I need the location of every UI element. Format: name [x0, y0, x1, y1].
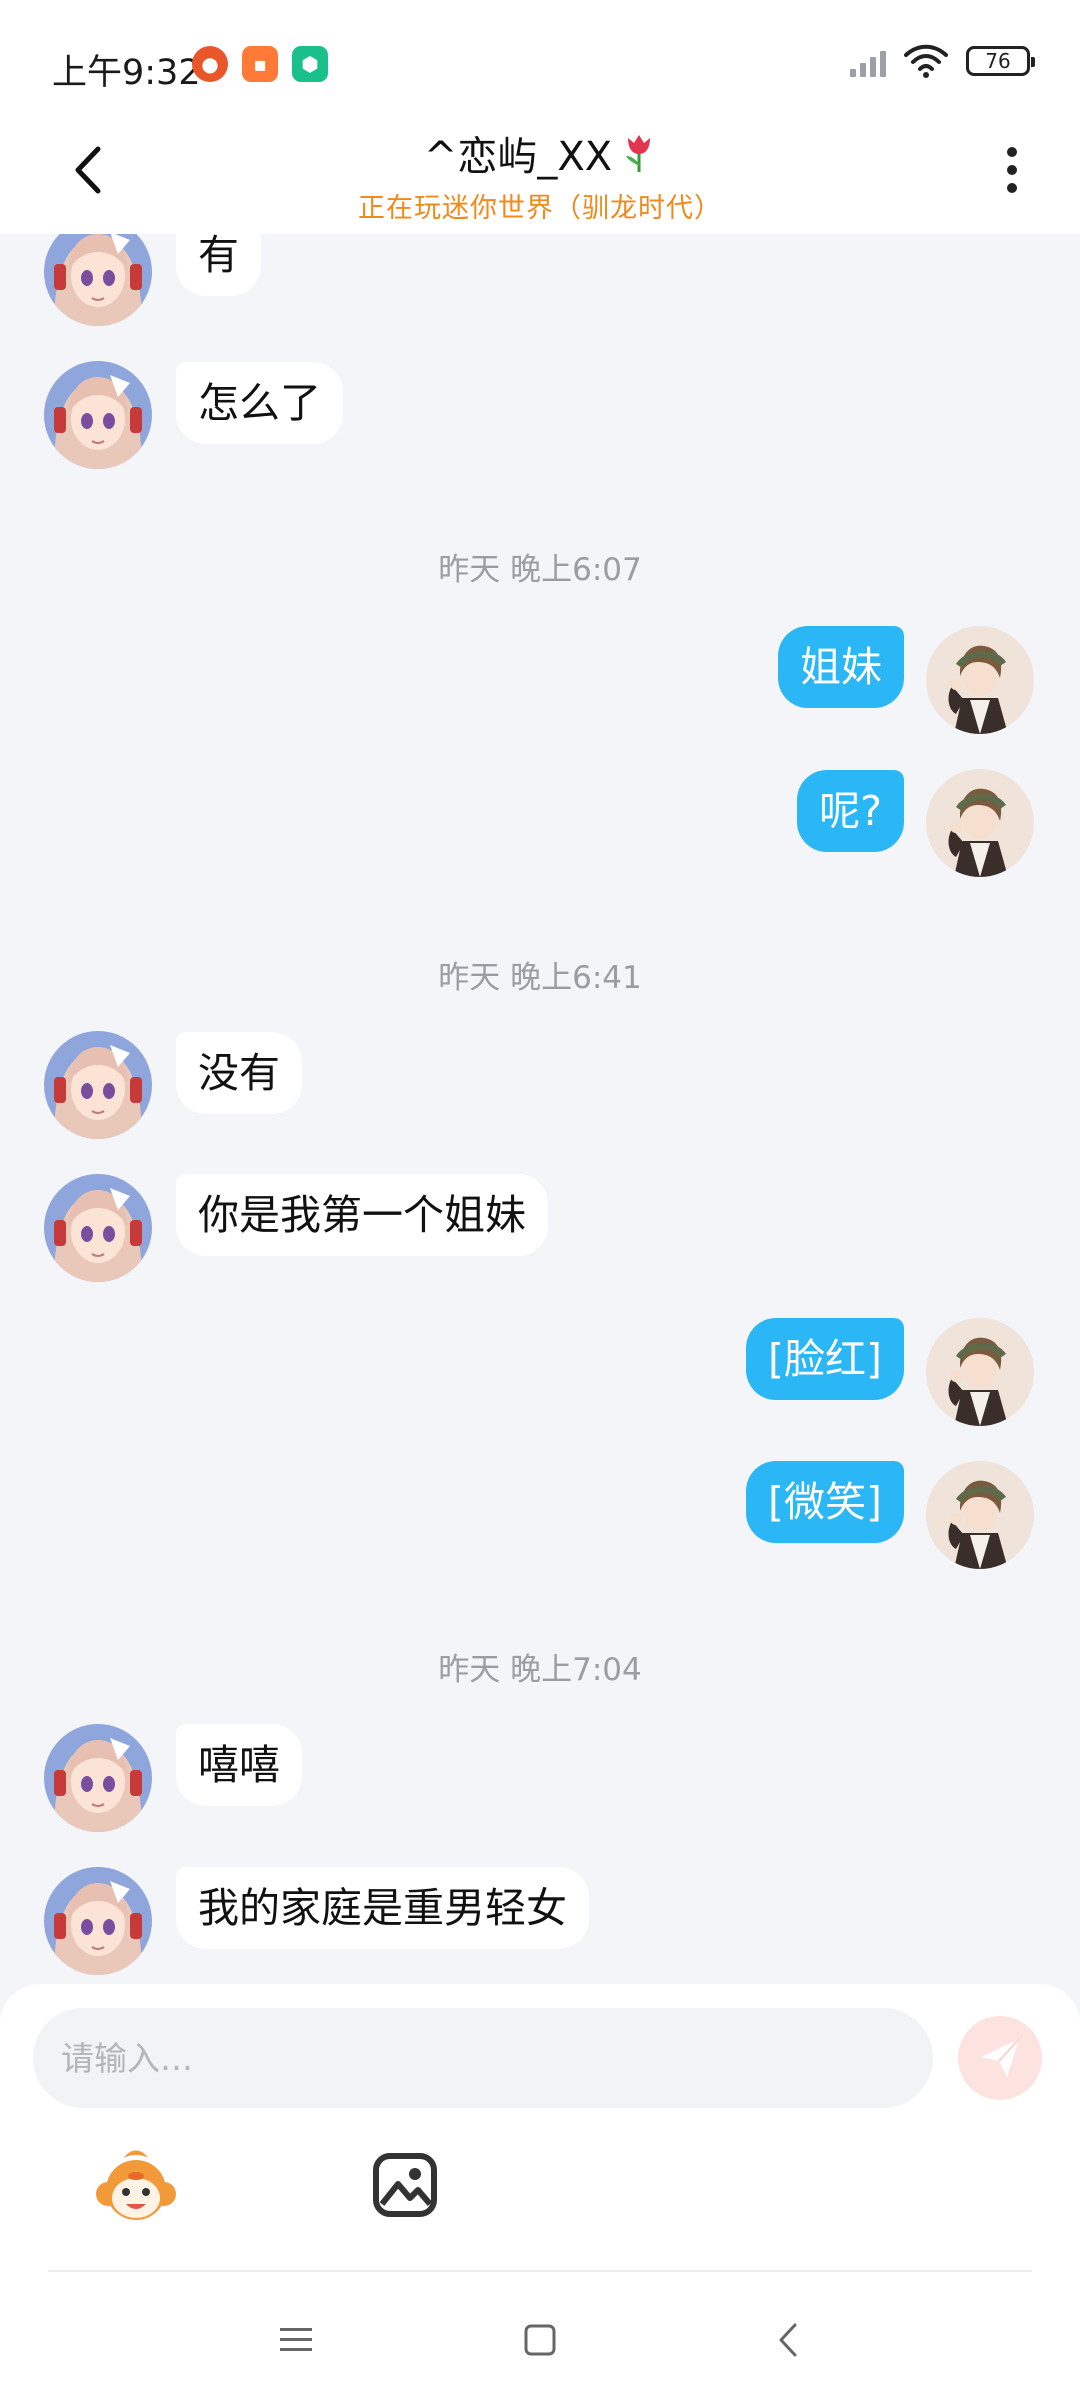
chevron-left-icon: [779, 2323, 797, 2357]
outgoing-message[interactable]: 姐妹: [778, 626, 904, 708]
contact-avatar[interactable]: [44, 361, 152, 469]
message-timestamp: 昨天 晚上6:07: [438, 552, 642, 588]
my-avatar[interactable]: [926, 626, 1034, 734]
wifi-icon: [904, 44, 948, 78]
contact-avatar[interactable]: [44, 1724, 152, 1832]
outgoing-message[interactable]: 呢?: [797, 770, 904, 852]
chat-header: ^恋屿_XX 正在玩迷你世界（驯龙时代）: [0, 110, 1080, 234]
status-indicators: 76: [850, 44, 1035, 78]
menu-icon: [280, 2328, 312, 2351]
signal-icon: [850, 45, 886, 77]
sticker-button[interactable]: [94, 2146, 178, 2230]
message-timestamp: 昨天 晚上7:04: [438, 1652, 642, 1688]
outgoing-message[interactable]: [脸红]: [746, 1318, 904, 1400]
monkey-face-icon: [96, 2150, 176, 2220]
incoming-message[interactable]: 没有: [176, 1032, 302, 1114]
contact-name: ^恋屿_XX: [424, 124, 656, 182]
nav-home-button[interactable]: [510, 2310, 570, 2370]
notification-app-icon: ⬢: [292, 46, 328, 82]
incoming-message[interactable]: 你是我第一个姐妹: [176, 1174, 548, 1256]
send-button[interactable]: [958, 2016, 1042, 2100]
tulip-icon: [626, 135, 651, 172]
home-square-icon: [524, 2324, 556, 2356]
input-panel: [0, 1984, 1080, 2400]
battery-icon: 76: [966, 46, 1035, 76]
my-avatar[interactable]: [926, 1318, 1034, 1426]
contact-avatar[interactable]: [44, 1174, 152, 1282]
nav-back-button[interactable]: [758, 2310, 818, 2370]
notification-icons: ● ▪ ⬢: [192, 46, 328, 82]
message-list[interactable]: 有 怎么了 昨天 晚上6:07 姐妹 呢? 昨天 晚上6:41 没有 你是我第一…: [0, 234, 1080, 1984]
my-avatar[interactable]: [926, 769, 1034, 877]
contact-name-text: ^恋屿_XX: [423, 134, 613, 180]
divider: [48, 2270, 1032, 2272]
contact-avatar[interactable]: [44, 234, 152, 326]
incoming-message[interactable]: 怎么了: [176, 362, 343, 444]
more-options-button[interactable]: [982, 140, 1042, 200]
incoming-message[interactable]: 有: [176, 234, 261, 296]
contact-avatar[interactable]: [44, 1867, 152, 1975]
notification-app-icon: ▪: [242, 46, 278, 82]
nav-menu-button[interactable]: [266, 2310, 326, 2370]
image-icon: [373, 2153, 437, 2217]
incoming-message[interactable]: 嘻嘻: [176, 1724, 302, 1806]
more-vertical-icon: [1007, 147, 1017, 193]
incoming-message[interactable]: 我的家庭是重男轻女: [176, 1867, 589, 1949]
message-input[interactable]: [33, 2008, 933, 2108]
outgoing-message[interactable]: [微笑]: [746, 1461, 904, 1543]
paper-plane-icon: [981, 2038, 1020, 2077]
my-avatar[interactable]: [926, 1461, 1034, 1569]
status-time: 上午9:32: [52, 53, 201, 93]
message-timestamp: 昨天 晚上6:41: [438, 960, 642, 996]
notification-app-icon: ●: [192, 46, 228, 82]
contact-avatar[interactable]: [44, 1031, 152, 1139]
image-picker-button[interactable]: [370, 2150, 440, 2220]
system-navigation-bar: [0, 2274, 1080, 2400]
contact-status: 正在玩迷你世界（驯龙时代）: [358, 193, 722, 224]
